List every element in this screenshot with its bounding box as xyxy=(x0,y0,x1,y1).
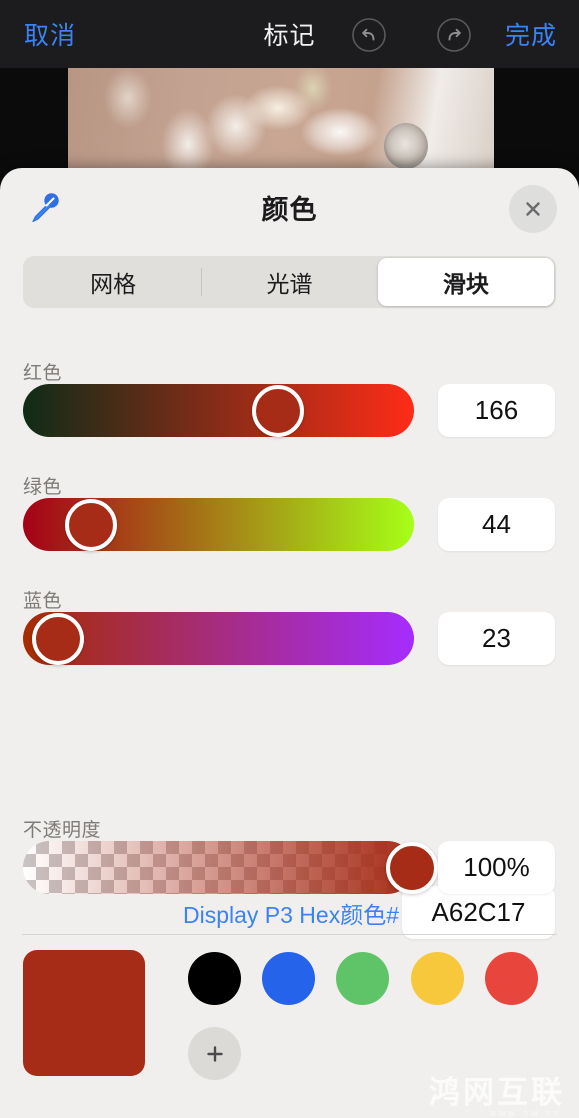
red-slider-label: 红色 xyxy=(23,363,63,384)
tab-grid[interactable]: 网格 xyxy=(25,258,201,306)
swatch-green[interactable] xyxy=(336,952,389,1005)
tab-spectrum-label: 光谱 xyxy=(266,271,313,297)
watermark-subtext: www.hw.cn xyxy=(489,1108,561,1118)
red-value-field[interactable]: 166 xyxy=(438,384,555,437)
doorknob-detail xyxy=(384,123,428,169)
hex-label[interactable]: Display P3 Hex颜色# xyxy=(183,896,399,930)
undo-icon[interactable] xyxy=(350,16,388,54)
tab-sliders[interactable]: 滑块 xyxy=(377,258,554,306)
cancel-button[interactable]: 取消 xyxy=(24,16,76,52)
blue-slider[interactable] xyxy=(23,612,414,665)
swatch-red[interactable] xyxy=(485,952,538,1005)
tab-sliders-label: 滑块 xyxy=(442,271,489,297)
screen: 取消 标记 完成 颜色 网格 光谱 滑块 红色 166 绿色 44 蓝色 23 … xyxy=(0,0,579,1118)
close-icon[interactable] xyxy=(509,185,557,233)
photo-preview-area xyxy=(0,68,579,178)
red-slider[interactable] xyxy=(23,384,414,437)
done-button[interactable]: 完成 xyxy=(505,16,557,52)
blue-slider-thumb[interactable] xyxy=(32,612,85,665)
current-color-preview[interactable] xyxy=(23,950,145,1076)
photo-image xyxy=(68,68,494,178)
sheet-title: 颜色 xyxy=(261,195,318,225)
divider xyxy=(22,934,557,935)
color-picker-sheet: 颜色 网格 光谱 滑块 红色 166 绿色 44 蓝色 23 Display P… xyxy=(0,168,579,1118)
plus-icon xyxy=(206,1045,223,1062)
tab-grid-label: 网格 xyxy=(90,271,137,297)
opacity-slider-track[interactable] xyxy=(23,841,414,894)
opacity-value-field[interactable]: 100% xyxy=(438,841,555,894)
opacity-slider-thumb[interactable] xyxy=(386,841,438,894)
swatch-yellow[interactable] xyxy=(411,952,464,1005)
tab-spectrum[interactable]: 光谱 xyxy=(201,258,377,306)
swatch-area xyxy=(0,950,579,1118)
markup-toolbar: 取消 标记 完成 xyxy=(0,0,579,68)
red-slider-track[interactable] xyxy=(23,384,414,437)
color-mode-segmented-control[interactable]: 网格 光谱 滑块 xyxy=(23,256,556,308)
blue-value-field[interactable]: 23 xyxy=(438,612,555,665)
green-value-field[interactable]: 44 xyxy=(438,498,555,551)
swatch-black[interactable] xyxy=(188,952,241,1005)
opacity-slider-label: 不透明度 xyxy=(23,820,102,841)
green-slider-thumb[interactable] xyxy=(64,498,117,551)
opacity-slider[interactable] xyxy=(23,841,438,894)
add-swatch-button[interactable] xyxy=(188,1027,241,1080)
page-title: 标记 xyxy=(263,22,316,50)
blue-slider-label: 蓝色 xyxy=(23,591,63,612)
green-slider-label: 绿色 xyxy=(23,477,63,498)
green-slider[interactable] xyxy=(23,498,414,551)
redo-icon[interactable] xyxy=(435,16,473,54)
swatch-blue[interactable] xyxy=(262,952,315,1005)
sheet-header: 颜色 xyxy=(0,168,579,254)
red-slider-thumb[interactable] xyxy=(251,384,304,437)
